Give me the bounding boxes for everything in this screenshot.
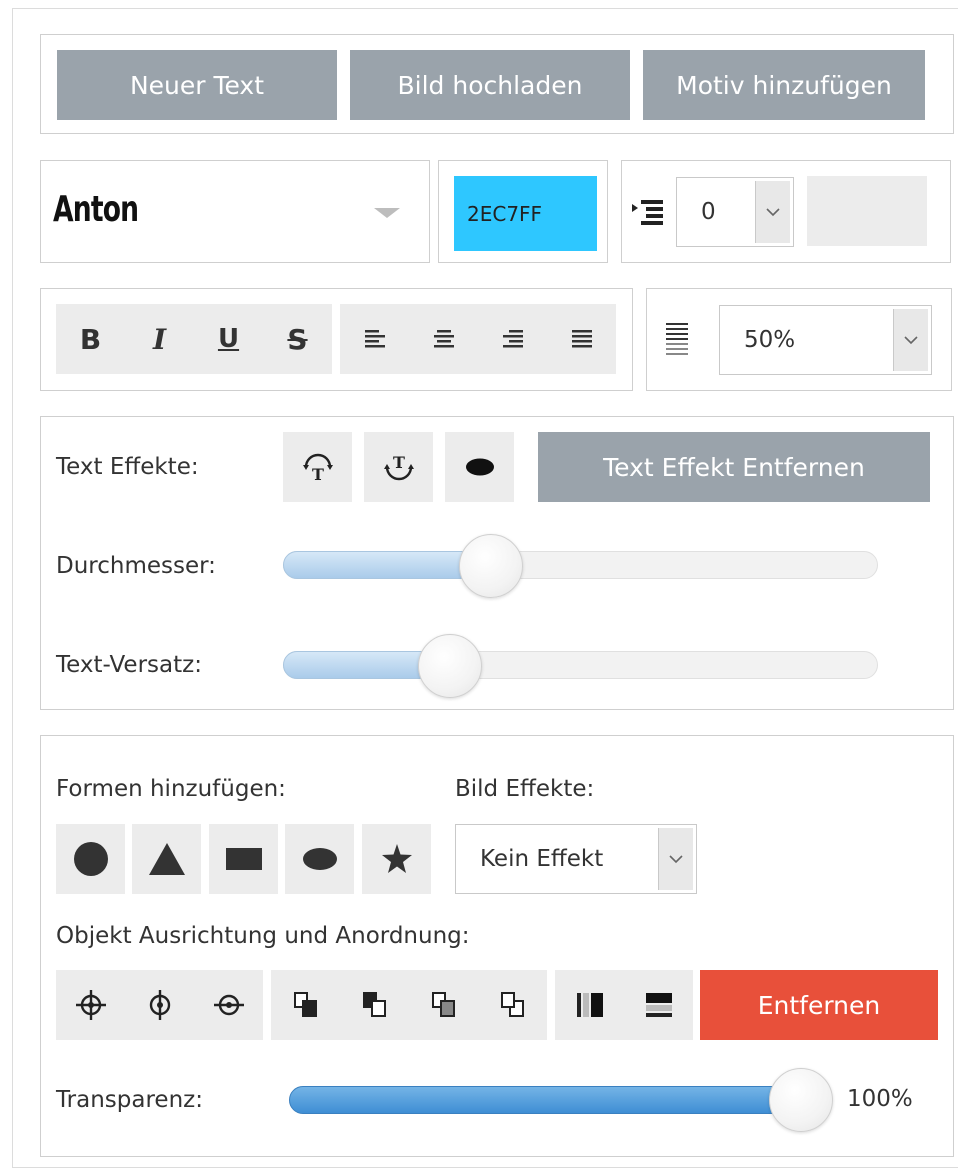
- svg-text:T: T: [393, 453, 405, 472]
- transparency-slider-fill: [289, 1086, 811, 1114]
- bring-forward-icon: [362, 992, 386, 1017]
- chevron-down-icon: [893, 309, 928, 371]
- align-left-icon: [364, 330, 385, 348]
- align-right-icon: [502, 330, 523, 348]
- align-justify-icon: [571, 330, 592, 348]
- arc-up-effect-button[interactable]: T: [283, 432, 352, 502]
- line-height-icon: [666, 323, 688, 361]
- flip-horizontal-button[interactable]: [555, 970, 624, 1040]
- color-hex-value: 2EC7FF: [467, 201, 543, 226]
- bold-button[interactable]: B: [56, 304, 125, 374]
- ellipse-icon: [302, 848, 337, 870]
- diameter-slider-handle[interactable]: [459, 534, 524, 598]
- center-vertical-icon: [213, 994, 244, 1016]
- image-effects-select[interactable]: Kein Effekt: [455, 824, 697, 894]
- bold-icon: B: [79, 322, 102, 356]
- center-both-button[interactable]: [56, 970, 125, 1040]
- bring-forward-button[interactable]: [340, 970, 409, 1040]
- upload-image-button[interactable]: Bild hochladen: [350, 50, 630, 120]
- align-center-button[interactable]: [409, 304, 478, 374]
- add-ellipse-button[interactable]: [285, 824, 354, 894]
- center-horizontal-button[interactable]: [125, 970, 194, 1040]
- align-right-button[interactable]: [478, 304, 547, 374]
- add-triangle-button[interactable]: [132, 824, 201, 894]
- image-effects-label: Bild Effekte:: [455, 776, 595, 802]
- center-toolbar: [56, 970, 263, 1040]
- shapes-label: Formen hinzufügen:: [56, 776, 286, 802]
- send-to-back-button[interactable]: [478, 970, 547, 1040]
- transparency-slider-handle[interactable]: [769, 1068, 833, 1132]
- align-toolbar: [340, 304, 616, 374]
- arc-up-icon: T: [302, 453, 333, 483]
- chevron-down-icon: [755, 181, 790, 243]
- underline-button[interactable]: U: [194, 304, 263, 374]
- diameter-label: Durchmesser:: [56, 553, 216, 579]
- ellipse-effect-button[interactable]: [445, 432, 514, 502]
- flip-horizontal-icon: [576, 993, 603, 1017]
- center-horizontal-icon: [149, 990, 170, 1020]
- image-effects-value: Kein Effekt: [480, 846, 604, 872]
- svg-text:T: T: [312, 465, 324, 483]
- format-toolbar: B I U S: [56, 304, 332, 374]
- font-name: Anton: [53, 189, 139, 230]
- rectangle-icon: [225, 848, 262, 870]
- chevron-down-icon: [658, 828, 693, 890]
- transparency-value: 100%: [847, 1086, 913, 1112]
- strikethrough-icon: S: [287, 322, 308, 356]
- flip-vertical-button[interactable]: [624, 970, 693, 1040]
- flip-toolbar: [555, 970, 693, 1040]
- add-motif-button[interactable]: Motiv hinzufügen: [643, 50, 925, 120]
- chevron-down-icon: [374, 208, 400, 218]
- add-rectangle-button[interactable]: [209, 824, 278, 894]
- indent-select[interactable]: 0: [676, 177, 794, 247]
- new-text-button[interactable]: Neuer Text: [57, 50, 337, 120]
- align-center-icon: [433, 330, 454, 348]
- italic-icon: I: [152, 322, 167, 356]
- add-circle-button[interactable]: [56, 824, 125, 894]
- ellipse-icon: [465, 458, 494, 476]
- font-select[interactable]: Anton: [40, 160, 430, 263]
- line-height-select[interactable]: 50%: [719, 305, 932, 375]
- align-justify-button[interactable]: [547, 304, 616, 374]
- indent-icon: [632, 200, 672, 230]
- center-vertical-button[interactable]: [194, 970, 263, 1040]
- send-backward-button[interactable]: [409, 970, 478, 1040]
- flip-vertical-icon: [645, 993, 672, 1017]
- remove-object-button[interactable]: Entfernen: [700, 970, 938, 1040]
- circle-icon: [73, 842, 108, 876]
- line-height-value: 50%: [744, 327, 796, 353]
- remove-text-effect-button[interactable]: Text Effekt Entfernen: [538, 432, 930, 502]
- underline-icon: U: [217, 324, 240, 354]
- arc-down-effect-button[interactable]: T: [364, 432, 433, 502]
- align-left-button[interactable]: [340, 304, 409, 374]
- layer-order-toolbar: [271, 970, 547, 1040]
- bring-to-front-button[interactable]: [271, 970, 340, 1040]
- send-backward-icon: [431, 992, 455, 1017]
- indent-value: 0: [701, 199, 716, 225]
- star-icon: [381, 844, 412, 873]
- strikethrough-button[interactable]: S: [263, 304, 332, 374]
- color-picker[interactable]: 2EC7FF: [454, 176, 597, 251]
- indent-preview-box: [807, 176, 927, 246]
- triangle-icon: [148, 843, 185, 875]
- transparency-label: Transparenz:: [56, 1087, 203, 1113]
- text-offset-label: Text-Versatz:: [56, 652, 202, 678]
- crosshair-icon: [75, 990, 106, 1020]
- add-star-button[interactable]: [362, 824, 431, 894]
- text-offset-slider-handle[interactable]: [417, 634, 482, 698]
- send-to-back-icon: [500, 992, 524, 1017]
- arrange-label: Objekt Ausrichtung und Anordnung:: [56, 923, 470, 949]
- bring-to-front-icon: [293, 992, 317, 1017]
- shapes-toolbar: [56, 824, 431, 894]
- text-effects-label: Text Effekte:: [56, 454, 199, 480]
- arc-down-icon: T: [383, 453, 414, 481]
- italic-button[interactable]: I: [125, 304, 194, 374]
